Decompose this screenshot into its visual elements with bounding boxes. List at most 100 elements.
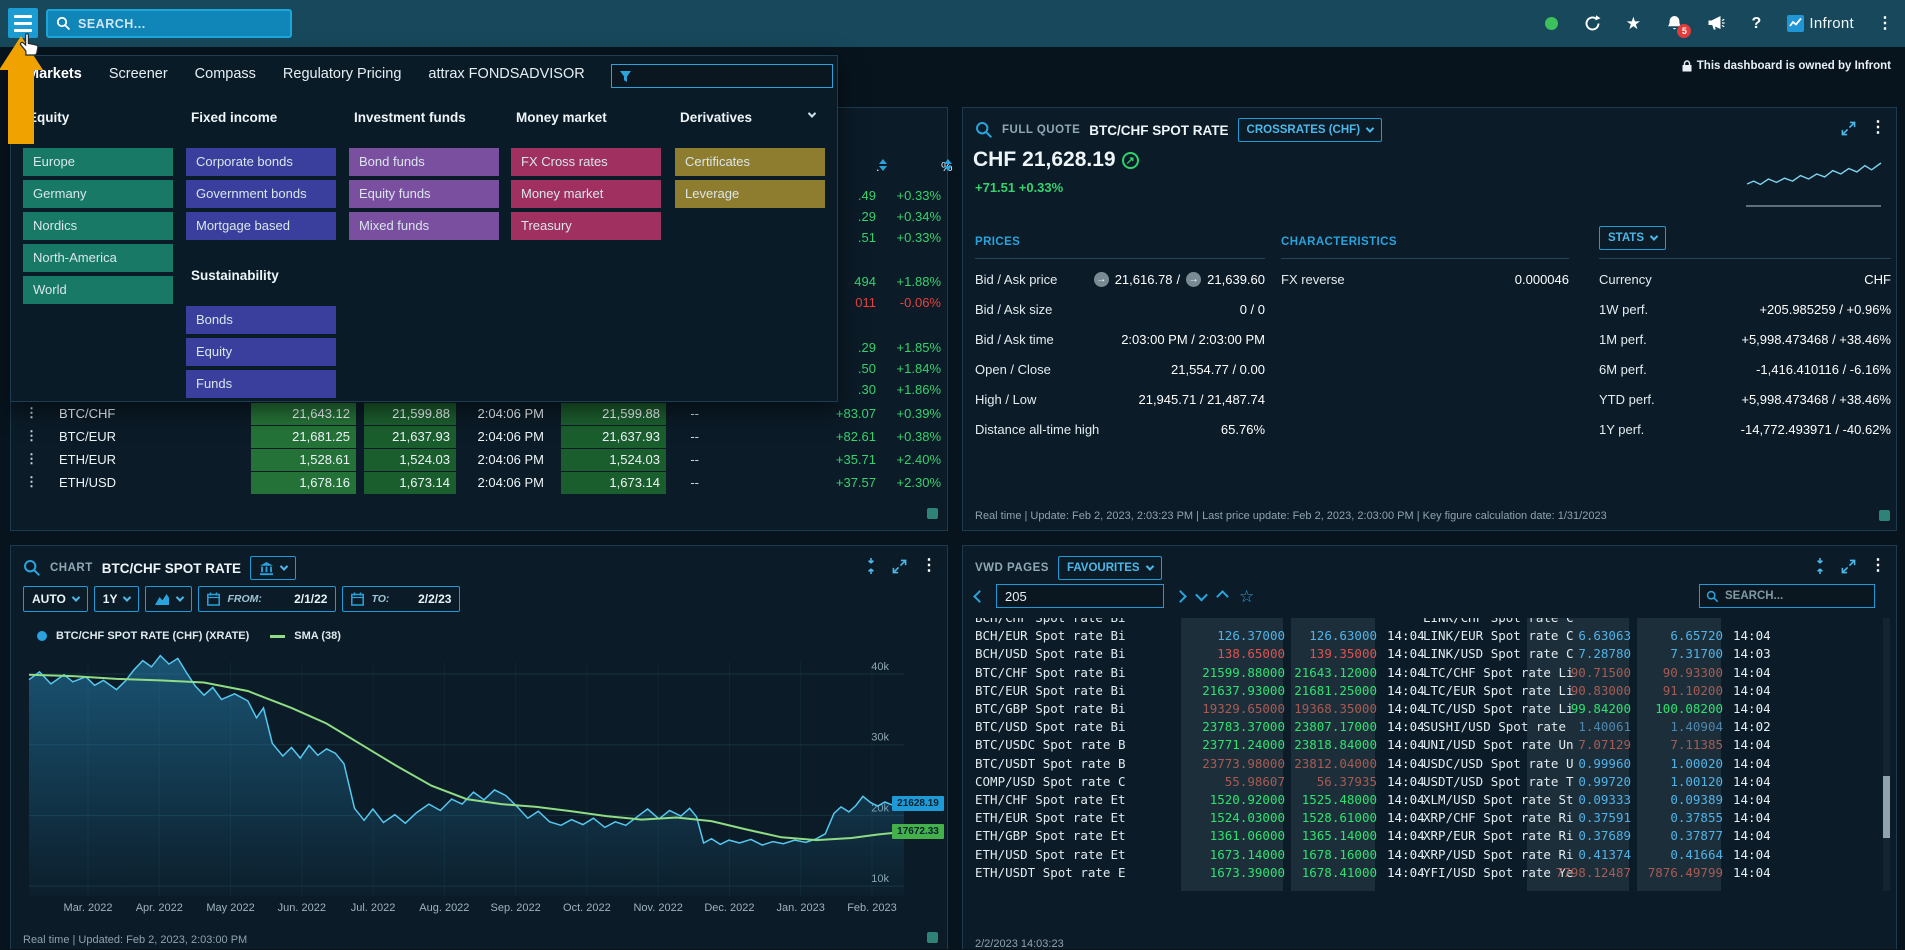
- quote-time: 14:04: [1733, 755, 1771, 773]
- quote-time: 14:04: [1733, 682, 1771, 700]
- vwd-pages-panel: VWD PAGES FAVOURITES ⋮ ☆ BCH/CHF Spot ra…: [962, 545, 1897, 949]
- vwd-scrollbar[interactable]: [1883, 618, 1890, 891]
- watchlist-row[interactable]: ⋮BTC/EUR21,681.2521,637.932:04:06 PM21,6…: [11, 426, 947, 448]
- stats-row: YTD perf.+5,998.473468 / +38.46%: [1599, 384, 1891, 414]
- help-icon[interactable]: ?: [1746, 14, 1766, 34]
- menu-item-money-market[interactable]: Money market: [511, 180, 661, 208]
- refresh-icon[interactable]: [1582, 14, 1602, 34]
- search-input[interactable]: [78, 17, 258, 31]
- menu-item-sustainability-bonds[interactable]: Bonds: [186, 306, 336, 334]
- percent-change: +1.84%: [897, 361, 941, 376]
- x-axis-label: Aug. 2022: [409, 902, 479, 914]
- menu-item-mixed-funds[interactable]: Mixed funds: [349, 212, 499, 240]
- global-search-box[interactable]: [46, 9, 292, 38]
- vwd-search-box[interactable]: [1699, 584, 1875, 608]
- menu-item-europe[interactable]: Europe: [23, 148, 173, 176]
- instrument-name: XRP/USD Spot rate Ri: [1423, 846, 1574, 864]
- topbar-kebab-menu[interactable]: ⋮: [1875, 14, 1895, 34]
- stats-selector-dropdown[interactable]: STATS: [1599, 226, 1666, 250]
- page-down-icon[interactable]: [1195, 588, 1208, 601]
- expand-icon[interactable]: [1841, 121, 1856, 136]
- bid-value: 7.28780: [1578, 645, 1631, 663]
- panel-kicker: FULL QUOTE: [1002, 124, 1080, 136]
- row-kebab-menu[interactable]: ⋮: [25, 406, 38, 419]
- stats-row: 1W perf.+205.985259 / +0.96%: [1599, 294, 1891, 324]
- last-price: CHF21,628.19 ↗: [973, 148, 1139, 172]
- tab-compass[interactable]: Compass: [195, 66, 256, 82]
- svg-text:40k: 40k: [871, 661, 889, 673]
- menu-item-bond-funds[interactable]: Bond funds: [349, 148, 499, 176]
- quote-instrument-title: BTC/CHF SPOT RATE: [1089, 123, 1228, 138]
- tab-regulatory-pricing[interactable]: Regulatory Pricing: [283, 66, 401, 82]
- favourites-selector-dropdown[interactable]: FAVOURITES: [1058, 556, 1162, 580]
- infront-logo-text: Infront: [1809, 15, 1854, 32]
- menu-item-certificates[interactable]: Certificates: [675, 148, 825, 176]
- announcements-megaphone-icon[interactable]: [1705, 14, 1725, 34]
- watchlist-row[interactable]: ⋮ETH/USD1,678.161,673.142:04:06 PM1,673.…: [11, 472, 947, 494]
- menu-item-government-bonds[interactable]: Government bonds: [186, 180, 336, 208]
- menu-item-north-america[interactable]: North-America: [23, 244, 173, 272]
- menu-item-nordics[interactable]: Nordics: [23, 212, 173, 240]
- last-price-cell: 21,681.25: [251, 426, 356, 448]
- menu-item-world[interactable]: World: [23, 276, 173, 304]
- quote-time: 14:04: [1733, 736, 1771, 754]
- collapse-vertical-icon[interactable]: [1813, 558, 1827, 574]
- page-number-input[interactable]: [996, 584, 1164, 608]
- page-next-icon[interactable]: [1174, 590, 1187, 603]
- scrollbar-thumb[interactable]: [1883, 776, 1890, 838]
- favourites-star-icon[interactable]: ★: [1623, 14, 1643, 34]
- ask-value: 0.41664: [1670, 846, 1723, 864]
- x-axis-label: Oct. 2022: [552, 902, 622, 914]
- menu-item-equity-funds[interactable]: Equity funds: [349, 180, 499, 208]
- dashboard-ownership-note: This dashboard is owned by Infront: [1682, 60, 1891, 72]
- tick-direction-icon: →: [1186, 272, 1201, 287]
- sort-icon[interactable]: [944, 159, 952, 171]
- change-value: +82.61: [836, 429, 876, 444]
- x-axis-label: Apr. 2022: [124, 902, 194, 914]
- instrument-name: XLM/USD Spot rate St: [1423, 791, 1574, 809]
- change-fragment: 011: [855, 295, 876, 310]
- menu-item-leverage[interactable]: Leverage: [675, 180, 825, 208]
- menu-item-sustainability-funds[interactable]: Funds: [186, 370, 336, 398]
- menu-item-treasury[interactable]: Treasury: [511, 212, 661, 240]
- menu-item-germany[interactable]: Germany: [23, 180, 173, 208]
- tab-attrax-fondsadvisor[interactable]: attrax FONDSADVISOR: [428, 66, 584, 82]
- tab-label: Compass: [195, 66, 256, 82]
- tab-screener[interactable]: Screener: [109, 66, 168, 82]
- panel-kebab-menu[interactable]: ⋮: [1870, 120, 1886, 136]
- watchlist-row[interactable]: ⋮ETH/EUR1,528.611,524.032:04:06 PM1,524.…: [11, 449, 947, 471]
- sort-icon[interactable]: [879, 159, 887, 171]
- bid-value: 90.71500: [1571, 664, 1631, 682]
- menu-filter-box[interactable]: [611, 64, 833, 88]
- favourite-star-icon[interactable]: ☆: [1239, 588, 1254, 605]
- page-prev-icon[interactable]: [973, 590, 986, 603]
- price-chart[interactable]: 10k20k30k40k: [11, 546, 949, 950]
- bid-price-cell: 21,599.88: [364, 403, 456, 425]
- expand-icon[interactable]: [1841, 559, 1856, 574]
- bid-value: 90.83000: [1571, 682, 1631, 700]
- percent-change: +0.38%: [897, 429, 941, 444]
- menu-item-mortgage-based[interactable]: Mortgage based: [186, 212, 336, 240]
- watchlist-row[interactable]: ⋮BTC/CHF21,643.1221,599.882:04:06 PM21,5…: [11, 403, 947, 425]
- crossrates-selector-dropdown[interactable]: CROSSRATES (CHF): [1238, 118, 1383, 142]
- last-price-badge: 21628.19: [892, 796, 944, 811]
- vwd-row: USDT/USD Spot rate T0.997201.0012014:04: [971, 773, 1891, 791]
- menu-item-fx-cross-rates[interactable]: FX Cross rates: [511, 148, 661, 176]
- row-value: CHF: [1864, 272, 1891, 287]
- row-label: 1Y perf.: [1599, 422, 1644, 437]
- quote-time: 14:02: [1733, 718, 1771, 736]
- change-fragment: .50: [858, 361, 876, 376]
- page-up-icon[interactable]: [1216, 590, 1229, 603]
- menu-item-corporate-bonds[interactable]: Corporate bonds: [186, 148, 336, 176]
- notifications-bell-icon[interactable]: 5: [1664, 14, 1684, 34]
- vwd-search-input[interactable]: [1725, 590, 1845, 602]
- row-kebab-menu[interactable]: ⋮: [25, 429, 38, 442]
- percent-change: +1.86%: [897, 382, 941, 397]
- panel-kebab-menu[interactable]: ⋮: [1870, 558, 1886, 574]
- menu-item-sustainability-equity[interactable]: Equity: [186, 338, 336, 366]
- row-kebab-menu[interactable]: ⋮: [25, 452, 38, 465]
- x-axis-label: Jul. 2022: [338, 902, 408, 914]
- prices-row: Bid / Ask size0 / 0: [975, 294, 1265, 324]
- row-kebab-menu[interactable]: ⋮: [25, 475, 38, 488]
- change-value: +83.07: [836, 406, 876, 421]
